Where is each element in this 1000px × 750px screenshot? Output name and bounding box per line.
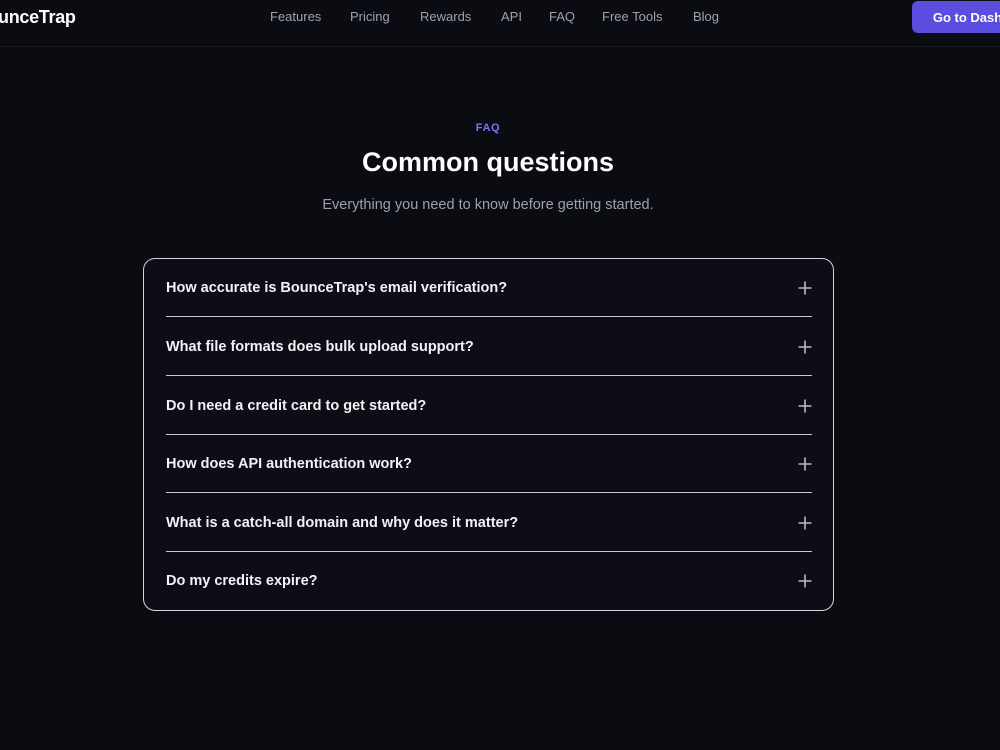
plus-icon[interactable] <box>798 574 812 588</box>
plus-icon[interactable] <box>798 399 812 413</box>
faq-item[interactable]: Do my credits expire? <box>166 552 812 610</box>
faq-question: Do I need a credit card to get started? <box>166 398 427 414</box>
nav-link-pricing[interactable]: Pricing <box>350 9 390 25</box>
section-eyebrow: FAQ <box>475 122 501 134</box>
go-to-dashboard-button[interactable]: Go to Dashb <box>912 1 1000 33</box>
faq-item[interactable]: How accurate is BounceTrap's email verif… <box>166 259 812 317</box>
faq-item[interactable]: What file formats does bulk upload suppo… <box>166 318 812 376</box>
nav-link-free-tools[interactable]: Free Tools <box>602 9 662 25</box>
nav-link-api[interactable]: API <box>501 9 522 25</box>
faq-question: What is a catch-all domain and why does … <box>166 515 519 531</box>
plus-icon[interactable] <box>798 340 812 354</box>
nav-link-blog[interactable]: Blog <box>693 9 719 25</box>
faq-item[interactable]: Do I need a credit card to get started? <box>166 377 812 435</box>
site-header: unceTrap Features Pricing Rewards API FA… <box>0 0 1000 47</box>
faq-question: How accurate is BounceTrap's email verif… <box>166 280 508 296</box>
section-title: Common questions <box>361 147 614 177</box>
nav-link-rewards[interactable]: Rewards <box>420 9 471 25</box>
faq-accordion: How accurate is BounceTrap's email verif… <box>143 258 834 611</box>
section-subtitle: Everything you need to know before getti… <box>322 197 654 213</box>
nav-link-faq[interactable]: FAQ <box>549 9 575 25</box>
faq-question: Do my credits expire? <box>166 573 318 589</box>
plus-icon[interactable] <box>798 281 812 295</box>
nav-link-features[interactable]: Features <box>270 9 321 25</box>
logo[interactable]: unceTrap <box>0 6 76 28</box>
plus-icon[interactable] <box>798 457 812 471</box>
plus-icon[interactable] <box>798 516 812 530</box>
faq-item[interactable]: What is a catch-all domain and why does … <box>166 494 812 552</box>
faq-item[interactable]: How does API authentication work? <box>166 435 812 493</box>
faq-question: What file formats does bulk upload suppo… <box>166 339 474 355</box>
faq-question: How does API authentication work? <box>166 456 412 472</box>
